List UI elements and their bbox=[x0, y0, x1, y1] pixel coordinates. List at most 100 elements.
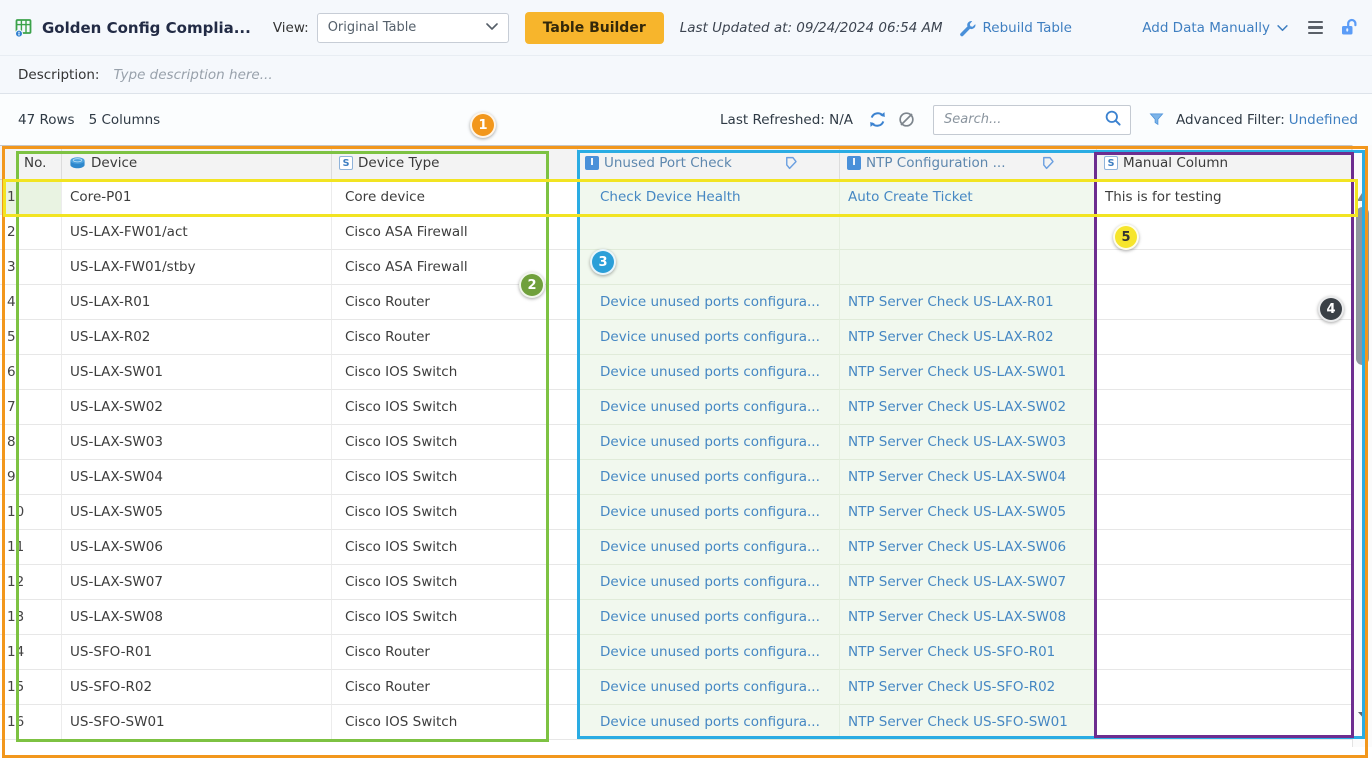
cell-ntp-configuration[interactable]: NTP Server Check US-LAX-SW06 bbox=[840, 530, 1097, 565]
cell-unused-port-check[interactable]: Device unused ports configura... bbox=[578, 635, 840, 670]
table-row[interactable]: 7US-LAX-SW02Cisco IOS SwitchDevice unuse… bbox=[0, 390, 1352, 425]
cell-ntp-configuration[interactable]: NTP Server Check US-LAX-SW01 bbox=[840, 355, 1097, 390]
cell-no: 8 bbox=[0, 425, 62, 460]
table-row[interactable]: 16US-SFO-SW01Cisco IOS SwitchDevice unus… bbox=[0, 705, 1352, 740]
scroll-up-arrow-icon[interactable] bbox=[1357, 193, 1367, 201]
column-header-unused-port-check[interactable]: I Unused Port Check bbox=[578, 146, 840, 179]
column-header-ntp-configuration[interactable]: I NTP Configuration ... bbox=[840, 146, 1097, 179]
table-row[interactable]: 5US-LAX-R02Cisco RouterDevice unused por… bbox=[0, 320, 1352, 355]
tag-icon[interactable] bbox=[783, 155, 799, 175]
cell-manual-column bbox=[1097, 600, 1352, 635]
cell-device-type: Cisco IOS Switch bbox=[332, 565, 578, 600]
vertical-scrollbar[interactable] bbox=[1352, 145, 1372, 747]
cell-ntp-configuration bbox=[840, 215, 1097, 250]
table-row[interactable]: 3US-LAX-FW01/stbyCisco ASA Firewall bbox=[0, 250, 1352, 285]
cell-unused-port-check[interactable]: Device unused ports configura... bbox=[578, 600, 840, 635]
add-data-manually-link[interactable]: Add Data Manually bbox=[1142, 20, 1288, 36]
cell-no: 1 bbox=[0, 180, 62, 215]
cell-ntp-configuration[interactable]: NTP Server Check US-LAX-SW08 bbox=[840, 600, 1097, 635]
cell-manual-column bbox=[1097, 670, 1352, 705]
cell-device-type: Cisco IOS Switch bbox=[332, 705, 578, 740]
table-row[interactable]: 11US-LAX-SW06Cisco IOS SwitchDevice unus… bbox=[0, 530, 1352, 565]
cell-device-type: Cisco Router bbox=[332, 635, 578, 670]
cell-unused-port-check[interactable]: Check Device Health bbox=[578, 180, 840, 215]
column-header-manual-column[interactable]: S Manual Column bbox=[1097, 146, 1352, 179]
table-row[interactable]: 6US-LAX-SW01Cisco IOS SwitchDevice unuse… bbox=[0, 355, 1352, 390]
table-builder-button[interactable]: Table Builder bbox=[525, 12, 664, 44]
cell-no: 12 bbox=[0, 565, 62, 600]
cell-device-type: Cisco IOS Switch bbox=[332, 530, 578, 565]
table-body: 1Core-P01Core deviceCheck Device HealthA… bbox=[0, 180, 1352, 740]
cell-unused-port-check[interactable]: Device unused ports configura... bbox=[578, 460, 840, 495]
search-icon[interactable] bbox=[1104, 109, 1122, 131]
table-row[interactable]: 12US-LAX-SW07Cisco IOS SwitchDevice unus… bbox=[0, 565, 1352, 600]
cell-unused-port-check[interactable]: Device unused ports configura... bbox=[578, 355, 840, 390]
cell-ntp-configuration[interactable]: NTP Server Check US-LAX-R02 bbox=[840, 320, 1097, 355]
table-row[interactable]: 13US-LAX-SW08Cisco IOS SwitchDevice unus… bbox=[0, 600, 1352, 635]
column-header-device-type[interactable]: S Device Type bbox=[332, 146, 578, 179]
cell-no: 11 bbox=[0, 530, 62, 565]
tag-icon[interactable] bbox=[1040, 155, 1056, 175]
advanced-filter-label: Advanced Filter: bbox=[1176, 112, 1285, 128]
menu-icon[interactable] bbox=[1308, 21, 1323, 34]
table-row[interactable]: 1Core-P01Core deviceCheck Device HealthA… bbox=[0, 180, 1352, 215]
table-row[interactable]: 15US-SFO-R02Cisco RouterDevice unused po… bbox=[0, 670, 1352, 705]
table-app-icon bbox=[14, 18, 34, 38]
column-header-no[interactable]: No. bbox=[0, 146, 62, 179]
cell-manual-column bbox=[1097, 320, 1352, 355]
table-toolbar: 47 Rows 5 Columns Last Refreshed: N/A bbox=[0, 94, 1372, 145]
table-row[interactable]: 4US-LAX-R01Cisco RouterDevice unused por… bbox=[0, 285, 1352, 320]
view-select[interactable]: Original Table bbox=[317, 13, 509, 43]
cell-device-type: Cisco Router bbox=[332, 320, 578, 355]
cell-manual-column[interactable]: This is for testing bbox=[1097, 180, 1352, 215]
cell-unused-port-check[interactable]: Device unused ports configura... bbox=[578, 565, 840, 600]
search-box[interactable] bbox=[933, 105, 1131, 135]
cell-ntp-configuration[interactable]: NTP Server Check US-LAX-SW04 bbox=[840, 460, 1097, 495]
table-row[interactable]: 14US-SFO-R01Cisco RouterDevice unused po… bbox=[0, 635, 1352, 670]
cell-ntp-configuration[interactable]: NTP Server Check US-LAX-SW07 bbox=[840, 565, 1097, 600]
refresh-icon[interactable] bbox=[868, 110, 887, 129]
description-field[interactable]: Type description here... bbox=[113, 67, 1372, 83]
rebuild-table-link[interactable]: Rebuild Table bbox=[982, 20, 1071, 36]
cell-no: 10 bbox=[0, 495, 62, 530]
search-input[interactable] bbox=[942, 111, 1104, 128]
cell-unused-port-check[interactable]: Device unused ports configura... bbox=[578, 285, 840, 320]
cell-unused-port-check[interactable]: Device unused ports configura... bbox=[578, 670, 840, 705]
cell-ntp-configuration[interactable]: NTP Server Check US-LAX-R01 bbox=[840, 285, 1097, 320]
cell-ntp-configuration[interactable]: NTP Server Check US-SFO-R01 bbox=[840, 635, 1097, 670]
table-row[interactable]: 2US-LAX-FW01/actCisco ASA Firewall bbox=[0, 215, 1352, 250]
cell-device-type: Cisco IOS Switch bbox=[332, 425, 578, 460]
cell-unused-port-check[interactable]: Device unused ports configura... bbox=[578, 495, 840, 530]
cell-device: US-LAX-SW03 bbox=[62, 425, 332, 460]
cell-ntp-configuration[interactable]: NTP Server Check US-SFO-R02 bbox=[840, 670, 1097, 705]
cell-unused-port-check[interactable]: Device unused ports configura... bbox=[578, 530, 840, 565]
cell-manual-column bbox=[1097, 250, 1352, 285]
advanced-filter-value[interactable]: Undefined bbox=[1289, 112, 1358, 128]
view-label: View: bbox=[273, 20, 309, 36]
cell-unused-port-check[interactable]: Device unused ports configura... bbox=[578, 705, 840, 740]
cell-ntp-configuration[interactable]: Auto Create Ticket bbox=[840, 180, 1097, 215]
cell-device-type: Cisco IOS Switch bbox=[332, 355, 578, 390]
column-header-device[interactable]: Device bbox=[62, 146, 332, 179]
cell-unused-port-check[interactable]: Device unused ports configura... bbox=[578, 390, 840, 425]
advanced-filter-icon[interactable] bbox=[1148, 111, 1165, 128]
cell-ntp-configuration[interactable]: NTP Server Check US-LAX-SW05 bbox=[840, 495, 1097, 530]
description-label: Description: bbox=[18, 67, 99, 83]
cell-ntp-configuration[interactable]: NTP Server Check US-SFO-SW01 bbox=[840, 705, 1097, 740]
cell-ntp-configuration[interactable]: NTP Server Check US-LAX-SW02 bbox=[840, 390, 1097, 425]
cell-device-type: Cisco IOS Switch bbox=[332, 460, 578, 495]
device-icon bbox=[69, 156, 86, 170]
cell-ntp-configuration[interactable]: NTP Server Check US-LAX-SW03 bbox=[840, 425, 1097, 460]
disable-refresh-icon[interactable] bbox=[897, 110, 916, 129]
scrollbar-thumb[interactable] bbox=[1356, 207, 1369, 365]
table-row[interactable]: 9US-LAX-SW04Cisco IOS SwitchDevice unuse… bbox=[0, 460, 1352, 495]
cell-unused-port-check[interactable]: Device unused ports configura... bbox=[578, 320, 840, 355]
table-row[interactable]: 10US-LAX-SW05Cisco IOS SwitchDevice unus… bbox=[0, 495, 1352, 530]
unlock-icon[interactable] bbox=[1339, 18, 1358, 37]
cell-manual-column bbox=[1097, 530, 1352, 565]
table-row[interactable]: 8US-LAX-SW03Cisco IOS SwitchDevice unuse… bbox=[0, 425, 1352, 460]
cell-no: 15 bbox=[0, 670, 62, 705]
string-type-icon: S bbox=[1104, 156, 1118, 170]
cell-unused-port-check[interactable]: Device unused ports configura... bbox=[578, 425, 840, 460]
cell-ntp-configuration bbox=[840, 250, 1097, 285]
